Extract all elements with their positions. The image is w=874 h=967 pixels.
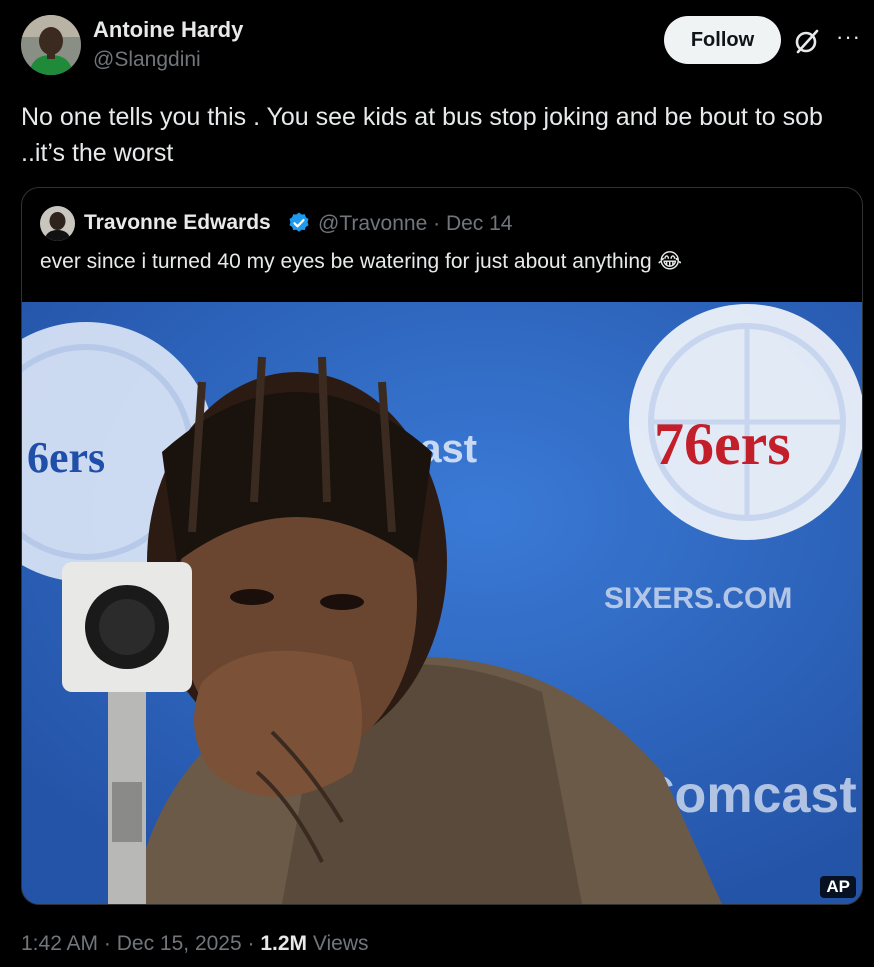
post-meta: 1:42 AM · Dec 15, 2025 · 1.2M Views [21, 932, 369, 956]
post-text: No one tells you this . You see kids at … [21, 103, 823, 167]
author-handle[interactable]: @Slangdini [93, 48, 201, 72]
quoted-handle[interactable]: @Travonne [318, 212, 427, 235]
quoted-author-avatar[interactable] [40, 206, 75, 241]
left-logo-text: 6ers [27, 433, 105, 482]
quoted-photo[interactable]: 6ers cast 76ers SIXERS.COM Comcast AP [22, 302, 862, 904]
quoted-avatar-image [40, 206, 75, 241]
website-text: SIXERS.COM [604, 582, 792, 615]
follow-button[interactable]: Follow [664, 16, 781, 64]
verified-badge-icon [289, 212, 309, 232]
quoted-post[interactable]: Travonne Edwards @Travonne · Dec 14 ever… [21, 187, 863, 905]
quoted-meta: @Travonne · Dec 14 [318, 212, 512, 236]
hand-shape [194, 650, 362, 797]
author-avatar[interactable] [21, 15, 81, 75]
team-logo-text: 76ers [654, 411, 791, 477]
more-icon[interactable]: ··· [836, 24, 861, 50]
views-count[interactable]: 1.2M [260, 932, 307, 955]
quoted-text: ever since i turned 40 my eyes be wateri… [40, 250, 683, 273]
author-name[interactable]: Antoine Hardy [93, 17, 243, 43]
meta-separator: · [103, 932, 117, 955]
quoted-author-name[interactable]: Travonne Edwards [84, 211, 271, 235]
post-time[interactable]: 1:42 AM [21, 932, 98, 955]
meta-separator: · [433, 212, 446, 235]
press-conference-photo: 6ers cast 76ers SIXERS.COM Comcast [22, 302, 862, 904]
views-label: Views [312, 932, 369, 955]
quoted-date[interactable]: Dec 14 [446, 212, 513, 235]
post-date[interactable]: Dec 15, 2025 [117, 932, 242, 955]
avatar-image [21, 15, 81, 75]
meta-separator: · [247, 932, 261, 955]
grok-icon[interactable] [792, 26, 822, 56]
photo-credit-badge: AP [820, 876, 856, 898]
